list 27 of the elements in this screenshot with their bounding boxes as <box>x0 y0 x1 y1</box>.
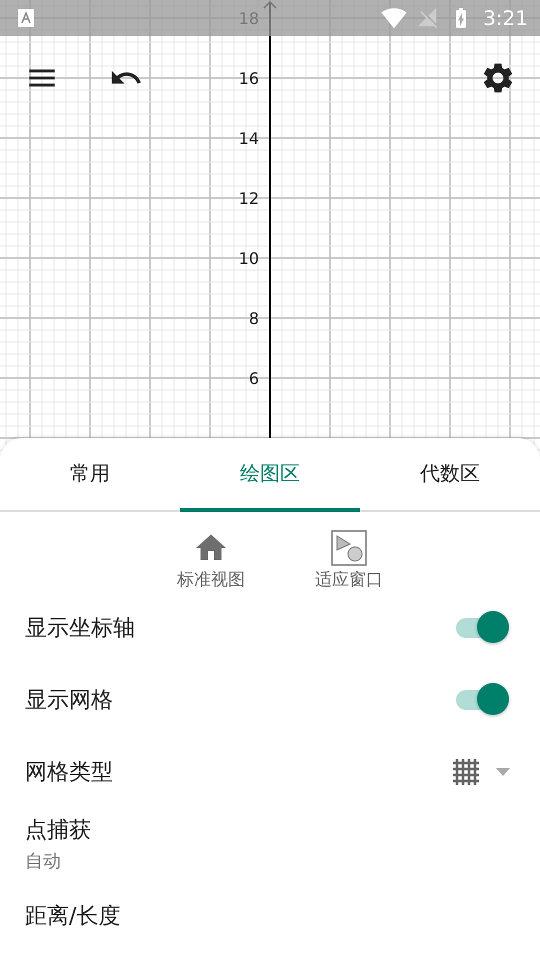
view-button[interactable]: 标准视图 <box>177 530 245 592</box>
status-time: 3:21 <box>483 6 528 30</box>
notification-icon <box>18 9 34 27</box>
setting-label: 显示网格 <box>25 687 113 715</box>
setting-label: 距离/长度 <box>25 903 120 931</box>
axis-label: 8 <box>248 309 259 328</box>
setting-value: 自动 <box>25 850 62 873</box>
setting-label: 网格类型 <box>25 759 113 787</box>
axis-label: 16 <box>238 69 259 88</box>
signal-icon <box>417 7 440 29</box>
setting-label: 显示坐标轴 <box>25 615 135 643</box>
view-button[interactable]: 适应窗口 <box>315 530 383 592</box>
grid-icon <box>452 758 480 786</box>
setting-label: 点捕获 <box>25 817 91 845</box>
axis-label: 18 <box>238 9 259 28</box>
setting-item[interactable]: 点捕获 自动 <box>0 808 540 880</box>
axis-label: 6 <box>248 369 259 388</box>
axis-label: 12 <box>238 189 259 208</box>
toggle-switch[interactable] <box>454 683 510 717</box>
axis-label: 14 <box>238 129 259 148</box>
shapes-icon <box>331 530 367 566</box>
tab[interactable]: 绘图区 <box>180 438 360 512</box>
grid-type-dropdown[interactable] <box>452 758 510 786</box>
axis-label: 10 <box>238 249 259 268</box>
toggle-switch[interactable] <box>454 611 510 645</box>
setting-item[interactable]: 距离/长度 <box>0 880 540 952</box>
caret-icon <box>496 768 510 776</box>
